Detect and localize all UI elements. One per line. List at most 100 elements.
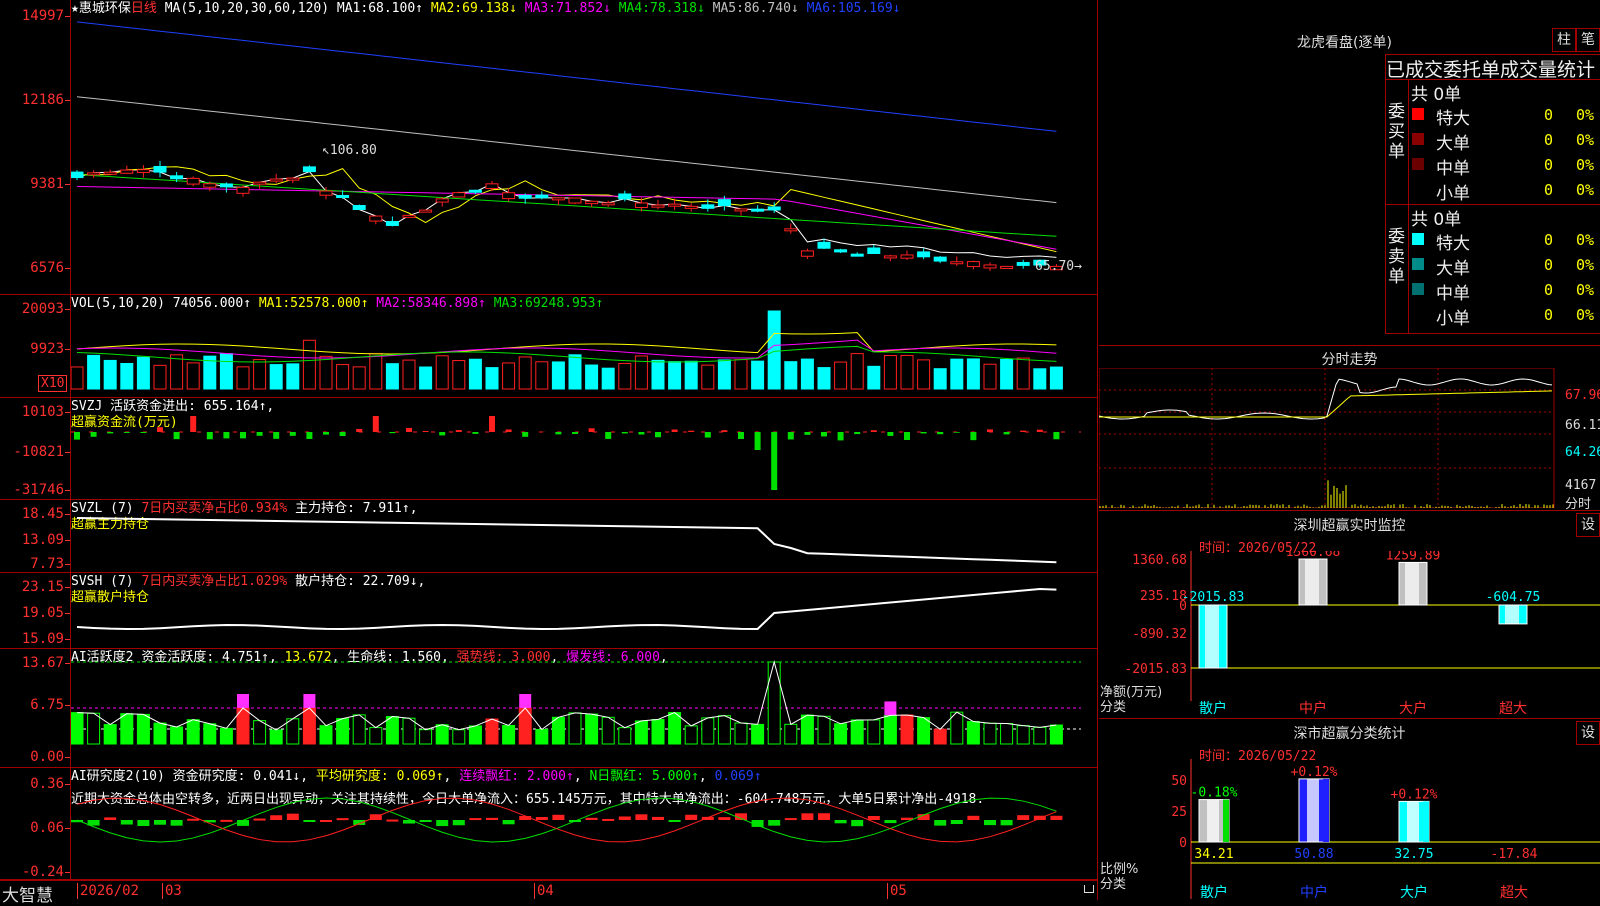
- candle: [868, 248, 880, 254]
- candle: [121, 170, 133, 173]
- svzl-chart: [71, 500, 1097, 572]
- activity-bar: [835, 724, 847, 744]
- flow-bar: [1004, 432, 1010, 434]
- activity-bar: [536, 729, 548, 744]
- activity-bar: [204, 724, 216, 744]
- classify-category-label: 大户: [1400, 884, 1428, 901]
- activity-bar: [785, 724, 797, 744]
- activity-bar: [918, 718, 930, 744]
- activity-bar: [901, 715, 913, 744]
- activity-bar: [436, 725, 448, 744]
- flow-bar: [970, 432, 976, 440]
- volume-bar: [187, 363, 199, 389]
- activity-bar: [121, 714, 133, 744]
- bar-mode-button[interactable]: 柱: [1552, 28, 1576, 52]
- activity-bar: [602, 717, 614, 744]
- ai2-axis-label: 0.06: [30, 820, 64, 836]
- ai-research-pane[interactable]: 0.36 0.06 -0.24 AI研究度2(10) 资金研究度: 0.041↓…: [0, 768, 1097, 880]
- candle: [353, 206, 365, 210]
- flow-bar: [323, 432, 329, 435]
- indicator-value: 68.100↑: [368, 1, 423, 16]
- date-label: 03: [162, 883, 182, 899]
- indicator-value: 69.138↓: [462, 1, 517, 16]
- research-bar: [619, 816, 631, 820]
- tick-mode-button[interactable]: 笔: [1576, 28, 1600, 52]
- monitor-settings-button[interactable]: 设: [1576, 513, 1600, 537]
- volume-bar: [868, 366, 880, 389]
- activity-bar: [702, 718, 714, 744]
- research-bar: [685, 815, 697, 820]
- research-bar: [254, 819, 266, 821]
- volume-bar: [619, 363, 631, 389]
- ai-activity-chart: [71, 649, 1097, 767]
- indicator-key: MA6:: [807, 1, 838, 16]
- volume-bar: [652, 360, 664, 389]
- candle: [137, 170, 149, 173]
- volume-bar: [469, 359, 481, 389]
- color-swatch: [1412, 233, 1424, 245]
- kline-pane[interactable]: 14997 12186 9381 6576 ★惠城环保日线 MA(5,10,20…: [0, 0, 1097, 295]
- flow-bar: [871, 430, 877, 432]
- volume-bar: [1001, 359, 1013, 389]
- research-bar: [718, 817, 730, 820]
- indicator-key: MA1:: [337, 1, 368, 16]
- candle: [801, 251, 813, 256]
- classify-bar-highlight: [1207, 800, 1219, 842]
- research-bar: [1050, 816, 1062, 820]
- volume-axis: 20093 9923 X10: [0, 295, 71, 397]
- order-percent: 0%: [1576, 256, 1594, 274]
- flow-bar: [240, 432, 246, 438]
- research-bar: [154, 820, 166, 825]
- monitor-xlabel: 分类: [1100, 696, 1126, 715]
- activity-bar: [586, 714, 598, 744]
- classify-xlabel: 分类: [1100, 873, 1126, 892]
- flow-bar: [257, 432, 263, 436]
- volume-bar: [818, 368, 830, 389]
- date-label: 05: [887, 883, 907, 899]
- volume-bar: [121, 363, 133, 389]
- svzj-pane[interactable]: 10103 -10821 -31746 SVZJ 活跃资金进出: 655.164…: [0, 398, 1097, 500]
- monitor-category-label: 中户: [1299, 700, 1327, 717]
- ma-label: MA(5,10,20,30,60,120): [165, 1, 329, 16]
- svzl-axis: 18.45 13.09 7.73: [0, 500, 71, 572]
- candle: [420, 210, 432, 212]
- chart-frame: [1099, 368, 1554, 508]
- classify-change-label: +0.12%: [1291, 765, 1338, 780]
- flow-bar: [755, 432, 761, 450]
- order-count: 0: [1544, 231, 1553, 249]
- candle: [519, 195, 531, 198]
- ai-activity-pane[interactable]: 13.67 6.75 0.00 AI活跃度2 资金活跃度: 4.751↑, 13…: [0, 649, 1097, 768]
- research-bar: [420, 820, 432, 822]
- intraday-panel[interactable]: 分时走势 67.96 66.11 64.26 4167 分时: [1099, 345, 1600, 508]
- volume-pane[interactable]: 20093 9923 X10 VOL(5,10,20) 74056.000↑ M…: [0, 295, 1097, 398]
- volume-bar: [353, 367, 365, 389]
- activity-bar: [403, 718, 415, 744]
- activity-top: [237, 694, 249, 708]
- order-size-label: 中单: [1436, 279, 1470, 304]
- svzl-pane[interactable]: 18.45 13.09 7.73 SVZL (7) 7日内买卖净占比0.934%…: [0, 500, 1097, 573]
- candle: [785, 229, 797, 231]
- candle: [569, 198, 581, 203]
- candle: [685, 206, 697, 208]
- classify-settings-button[interactable]: 设: [1576, 721, 1600, 745]
- star-icon[interactable]: ★: [71, 1, 79, 16]
- activity-bar: [104, 725, 116, 744]
- activity-bar: [453, 730, 465, 744]
- lhb-panel: 龙虎看盘(逐单) 柱 笔 已成交委托单成交量统计 委买单 共 0单 特大 0 0…: [1099, 0, 1600, 344]
- svsh-pane[interactable]: 23.15 19.05 15.09 SVSH (7) 7日内买卖净占比1.029…: [0, 573, 1097, 649]
- activity-bar: [868, 720, 880, 744]
- ma-line: [77, 167, 1056, 252]
- volume-bar: [486, 368, 498, 389]
- activity-bar: [71, 713, 83, 744]
- lock-icon[interactable]: [1084, 885, 1094, 893]
- intraday-vol-label: 4167: [1565, 478, 1596, 493]
- research-bar: [801, 813, 813, 820]
- period-label[interactable]: 日线: [131, 1, 157, 16]
- activity-bar: [569, 713, 581, 744]
- flow-bar: [721, 430, 727, 432]
- svzl-axis-label: 7.73: [30, 556, 64, 572]
- flow-bar: [738, 432, 744, 439]
- flow-bar: [456, 430, 462, 432]
- candle: [71, 172, 83, 177]
- price-axis-label: 6576: [30, 260, 64, 276]
